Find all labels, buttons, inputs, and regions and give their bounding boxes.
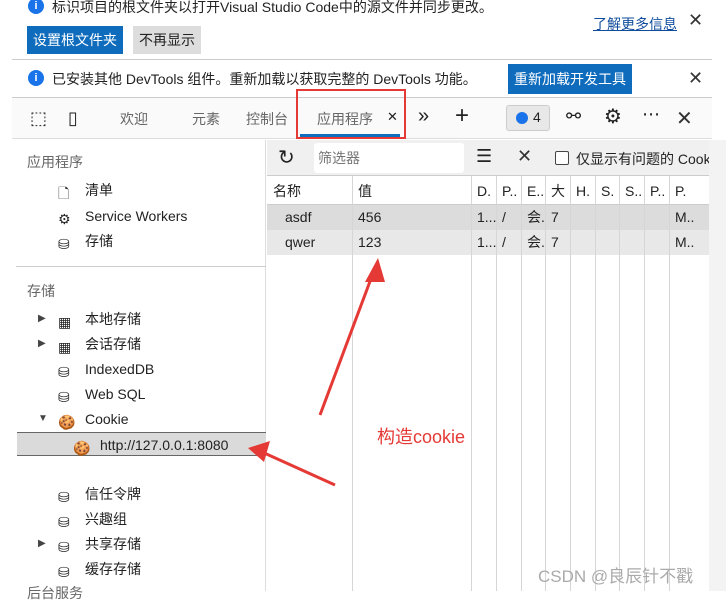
arrow-head	[365, 258, 385, 282]
annotation-label: 构造cookie	[377, 427, 466, 447]
arrow-to-table	[318, 267, 377, 416]
watermark: CSDN @良辰针不戳	[538, 567, 694, 586]
arrow-head	[248, 441, 270, 462]
annotation-arrows	[248, 258, 385, 487]
arrow-to-origin	[261, 450, 336, 487]
